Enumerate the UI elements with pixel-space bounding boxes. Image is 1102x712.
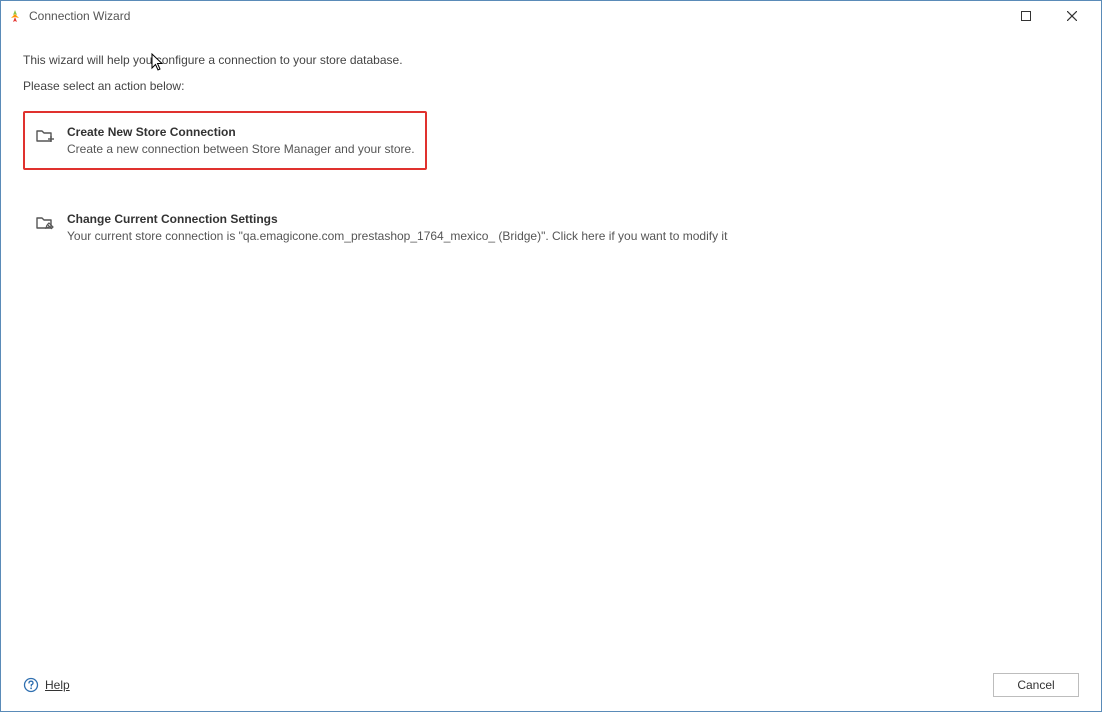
window-controls — [1003, 1, 1095, 31]
wizard-content: This wizard will help you configure a co… — [1, 31, 1101, 659]
option-change-connection-settings[interactable]: Change Current Connection Settings Your … — [23, 198, 1079, 257]
help-link[interactable]: Help — [23, 677, 70, 693]
intro-line-1: This wizard will help you configure a co… — [23, 53, 1079, 67]
option-title: Create New Store Connection — [67, 125, 415, 139]
window-title: Connection Wizard — [29, 9, 1003, 23]
folder-plus-icon — [35, 126, 55, 146]
option-text-group: Create New Store Connection Create a new… — [67, 125, 415, 156]
intro-line-2: Please select an action below: — [23, 79, 1079, 93]
titlebar: Connection Wizard — [1, 1, 1101, 31]
option-title: Change Current Connection Settings — [67, 212, 727, 226]
option-description: Create a new connection between Store Ma… — [67, 142, 415, 156]
maximize-button[interactable] — [1003, 1, 1049, 31]
cancel-button[interactable]: Cancel — [993, 673, 1079, 697]
help-label: Help — [45, 678, 70, 692]
connection-wizard-window: Connection Wizard This wizard will help … — [0, 0, 1102, 712]
option-text-group: Change Current Connection Settings Your … — [67, 212, 727, 243]
option-create-new-connection[interactable]: Create New Store Connection Create a new… — [23, 111, 427, 170]
wizard-footer: Help Cancel — [1, 659, 1101, 711]
folder-edit-icon — [35, 213, 55, 233]
help-icon — [23, 677, 39, 693]
option-description: Your current store connection is "qa.ema… — [67, 229, 727, 243]
close-button[interactable] — [1049, 1, 1095, 31]
app-icon — [7, 8, 23, 24]
